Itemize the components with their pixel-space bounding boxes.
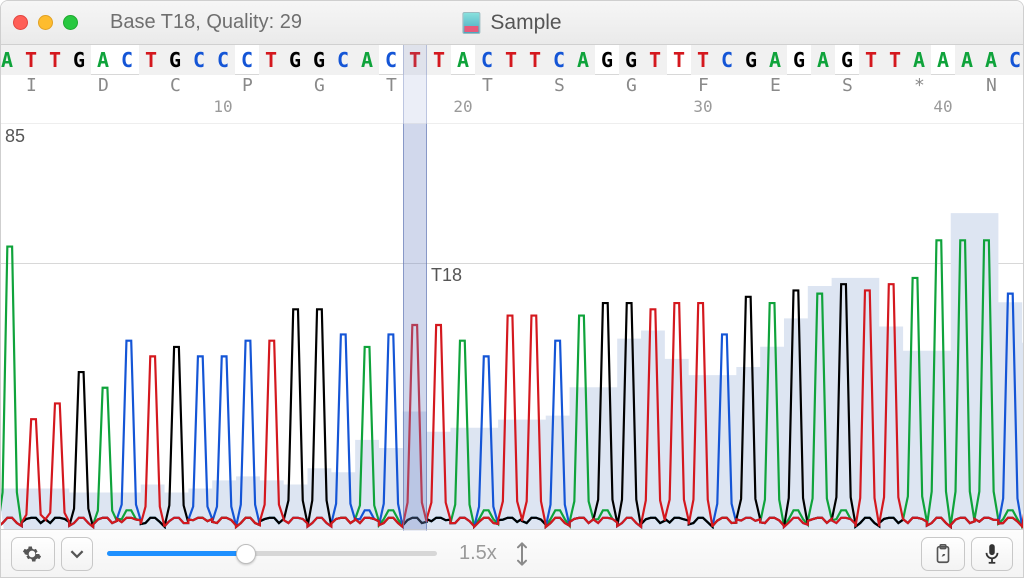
base-cell[interactable]: T [139, 45, 163, 75]
slider-knob[interactable] [236, 544, 256, 564]
base-cell[interactable]: T [691, 45, 715, 75]
window-title-label: Sample [490, 11, 561, 35]
base-cell[interactable]: C [115, 45, 139, 75]
zoom-window-button[interactable] [63, 15, 78, 30]
base-cell[interactable]: C [187, 45, 211, 75]
electropherogram-area[interactable]: 85 T18 [1, 123, 1023, 529]
amino-acid-label: F [698, 75, 709, 96]
base-cell[interactable]: T [883, 45, 907, 75]
settings-button[interactable] [11, 537, 55, 571]
trace-svg [1, 124, 1023, 529]
base-cell[interactable]: A [811, 45, 835, 75]
amino-acid-label: S [842, 75, 853, 96]
amino-acid-label: E [770, 75, 781, 96]
chevron-down-icon [70, 547, 84, 561]
amino-acid-label: T [386, 75, 397, 96]
base-cell[interactable]: A [355, 45, 379, 75]
trace-T [1, 253, 1023, 527]
amino-acid-label: P [242, 75, 253, 96]
base-cell[interactable]: C [547, 45, 571, 75]
slider-track[interactable] [107, 551, 437, 556]
base-cell[interactable]: A [931, 45, 955, 75]
base-cell[interactable]: A [979, 45, 1003, 75]
base-cell[interactable]: A [0, 45, 19, 75]
window-title: Sample [462, 11, 561, 35]
sequence-base-row[interactable]: ATTGACTGCCCTGGCACTTACTTCAGGTTTCGAGAGTTAA… [1, 45, 1023, 75]
base-cell[interactable]: A [571, 45, 595, 75]
base-cell[interactable]: G [835, 45, 859, 75]
clipboard-button[interactable] [921, 537, 965, 571]
base-cell[interactable]: T [19, 45, 43, 75]
zoom-slider[interactable] [107, 551, 437, 556]
base-cell[interactable]: T [667, 45, 691, 75]
base-cell[interactable]: C [715, 45, 739, 75]
base-cell[interactable]: G [595, 45, 619, 75]
settings-dropdown-button[interactable] [61, 537, 93, 571]
clipboard-icon [932, 543, 954, 565]
base-cell[interactable]: G [67, 45, 91, 75]
base-cell[interactable]: C [331, 45, 355, 75]
cursor-full-overlay [403, 45, 427, 531]
titlebar: Base T18, Quality: 29 Sample [1, 1, 1023, 45]
document-icon [462, 12, 480, 34]
ruler-row: 10 20 30 40 [1, 97, 1023, 123]
ruler-tick: 10 [213, 97, 232, 116]
amino-acid-label: G [314, 75, 325, 96]
base-cell[interactable]: T [427, 45, 451, 75]
base-cell[interactable]: T [523, 45, 547, 75]
base-cell[interactable]: T [859, 45, 883, 75]
base-cell[interactable]: T [259, 45, 283, 75]
ruler-tick: 20 [453, 97, 472, 116]
amino-acid-label: D [98, 75, 109, 96]
base-cell[interactable]: A [91, 45, 115, 75]
vertical-resize-icon[interactable] [513, 542, 531, 566]
amino-acid-label: S [554, 75, 565, 96]
base-cell[interactable]: T [643, 45, 667, 75]
base-cell[interactable]: G [787, 45, 811, 75]
base-cell[interactable]: T [43, 45, 67, 75]
base-cell[interactable]: C [379, 45, 403, 75]
gear-icon [22, 544, 42, 564]
amino-acid-label: N [986, 75, 997, 96]
amino-acid-row: I D C P G T T S G F E S * N [1, 75, 1023, 97]
amino-acid-label: T [482, 75, 493, 96]
close-window-button[interactable] [13, 15, 28, 30]
base-cell[interactable]: G [283, 45, 307, 75]
minimize-window-button[interactable] [38, 15, 53, 30]
base-cell[interactable]: T [499, 45, 523, 75]
trace-A [1, 240, 1023, 527]
base-cell[interactable]: A [451, 45, 475, 75]
base-cell[interactable]: G [307, 45, 331, 75]
slider-fill [107, 551, 246, 556]
microphone-icon [982, 543, 1002, 565]
base-cell[interactable]: C [211, 45, 235, 75]
amino-acid-label: C [170, 75, 181, 96]
base-cell[interactable]: C [475, 45, 499, 75]
base-cell[interactable]: G [619, 45, 643, 75]
amino-acid-label: G [626, 75, 637, 96]
base-cell[interactable]: A [955, 45, 979, 75]
bottom-toolbar: 1.5x [1, 529, 1023, 577]
traffic-lights [13, 15, 78, 30]
amino-acid-label: * [914, 75, 925, 96]
base-cell[interactable]: A [907, 45, 931, 75]
amino-acid-label: I [26, 75, 37, 96]
ruler-tick: 40 [933, 97, 952, 116]
microphone-button[interactable] [971, 537, 1013, 571]
ruler-tick: 30 [693, 97, 712, 116]
window: Base T18, Quality: 29 Sample ATTGACTGCCC… [0, 0, 1024, 578]
status-text: Base T18, Quality: 29 [110, 11, 302, 34]
base-cell[interactable]: C [235, 45, 259, 75]
base-cell[interactable]: G [739, 45, 763, 75]
base-cell[interactable]: C [1003, 45, 1024, 75]
zoom-label: 1.5x [459, 542, 497, 565]
base-cell[interactable]: A [763, 45, 787, 75]
base-cell[interactable]: G [163, 45, 187, 75]
